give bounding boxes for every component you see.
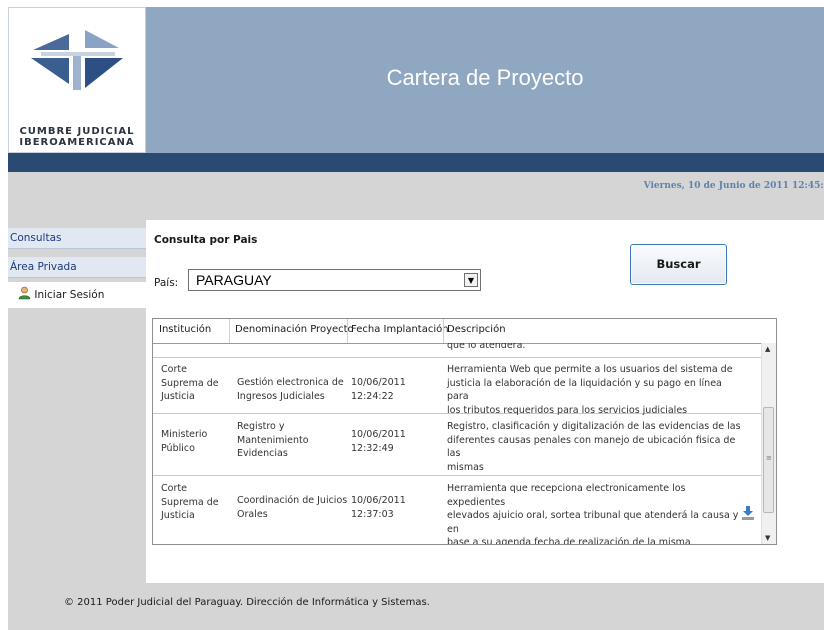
- sidebar-item-label: Área Privada: [10, 261, 77, 273]
- table-row[interactable]: Corte Suprema de Justicia Gestión electr…: [153, 358, 763, 417]
- chevron-down-icon[interactable]: ▼: [464, 273, 478, 287]
- buscar-button[interactable]: Buscar: [630, 244, 727, 285]
- cell-text: Coordinación de Juicios: [237, 495, 348, 506]
- sidebar-item-label: Consultas: [10, 232, 62, 244]
- footer: © 2011 Poder Judicial del Paraguay. Dire…: [8, 583, 824, 630]
- column-header-institucion[interactable]: Institución: [159, 324, 211, 335]
- sidebar-item-label: Iniciar Sesión: [34, 289, 105, 301]
- cell-text: elevados ajuicio oral, sortea tribunal q…: [447, 510, 739, 535]
- scrollbar-thumb[interactable]: ≡: [763, 407, 774, 513]
- header-banner: Cartera de Proyecto: [146, 7, 824, 153]
- cell-text: Suprema de: [161, 377, 219, 389]
- cell-text: 10/06/2011: [351, 377, 406, 388]
- column-divider: [347, 319, 348, 343]
- cell-text: Mantenimiento: [237, 434, 309, 446]
- cell-text: Justicia: [161, 510, 195, 521]
- logo: CUMBRE JUDICIAL IBEROAMERICANA: [8, 7, 146, 153]
- header-divider-bar: [8, 153, 824, 172]
- sidebar-item-area-privada[interactable]: Área Privada: [8, 257, 146, 278]
- cell-fecha: 10/06/2011 12:32:49: [351, 428, 441, 455]
- table-header: Institución Denominación Proyecto Fecha …: [153, 319, 776, 344]
- cell-descripcion: Herramienta que recepciona electronicame…: [447, 482, 745, 545]
- cell-fecha: 10/06/2011 12:37:03: [351, 494, 441, 521]
- cell-institucion: Corte Suprema de Justicia: [161, 363, 227, 404]
- cell-text: Registro, clasificación y digitalización…: [447, 421, 741, 432]
- cell-text: Ministerio: [161, 429, 208, 440]
- pais-select-value: PARAGUAY: [196, 272, 272, 288]
- cell-text: 12:37:03: [351, 508, 394, 520]
- cell-descripcion: que lo atenderá.: [447, 343, 526, 351]
- cell-text: Orales: [237, 508, 268, 520]
- column-divider: [443, 319, 444, 343]
- pais-label: País:: [154, 277, 179, 289]
- logo-text: CUMBRE JUDICIAL IBEROAMERICANA: [9, 126, 145, 148]
- cell-text: 10/06/2011: [351, 495, 406, 506]
- user-icon: [18, 286, 31, 300]
- cell-text: Herramienta que recepciona electronicame…: [447, 483, 686, 508]
- scroll-down-icon[interactable]: ▼: [765, 534, 770, 542]
- sidebar-item-iniciar-sesion[interactable]: Iniciar Sesión: [8, 282, 146, 308]
- cell-descripcion: Registro, clasificación y digitalización…: [447, 420, 745, 474]
- column-header-denominacion[interactable]: Denominación Proyecto: [235, 324, 354, 335]
- cell-denominacion: Gestión electronica de Ingresos Judicial…: [237, 376, 349, 403]
- cell-text: Corte: [161, 483, 187, 494]
- cell-text: Suprema de: [161, 496, 219, 508]
- cell-fecha: 10/06/2011 12:24:22: [351, 376, 441, 403]
- pais-select[interactable]: PARAGUAY ▼: [188, 269, 481, 291]
- page-title: Cartera de Proyecto: [386, 65, 584, 90]
- sidebar: Consultas Área Privada Iniciar Sesión: [8, 220, 146, 583]
- cell-text: 12:24:22: [351, 390, 394, 402]
- cell-text: base a su agenda fecha de realización de…: [447, 537, 691, 545]
- section-title: Consulta por Pais: [154, 234, 258, 246]
- footer-text: © 2011 Poder Judicial del Paraguay. Dire…: [64, 597, 430, 608]
- cell-text: Herramienta Web que permite a los usuari…: [447, 364, 733, 375]
- main-content: Consulta por Pais País: PARAGUAY ▼ Busca…: [146, 220, 824, 583]
- table-row[interactable]: Ministerio Público Registro y Mantenimie…: [153, 414, 763, 476]
- cell-text: Ingresos Judiciales: [237, 390, 325, 402]
- logo-line2: IBEROAMERICANA: [19, 137, 135, 148]
- cell-text: Registro y: [237, 421, 285, 432]
- cumbre-judicial-logo-icon: [31, 30, 123, 90]
- column-header-descripcion[interactable]: Descripción: [447, 324, 506, 335]
- cell-text: Evidencias: [237, 448, 288, 459]
- cell-descripcion: Herramienta Web que permite a los usuari…: [447, 363, 745, 417]
- cell-institucion: Ministerio Público: [161, 428, 227, 455]
- cell-denominacion: Coordinación de Juicios Orales: [237, 494, 349, 521]
- cell-denominacion: Registro y Mantenimiento Evidencias: [237, 420, 349, 461]
- table-row[interactable]: Corte Suprema de Justicia Coordinación d…: [153, 476, 763, 544]
- table-scrollbar[interactable]: ▲ ≡ ▼: [761, 343, 776, 544]
- logo-line1: CUMBRE JUDICIAL: [19, 126, 135, 137]
- cell-text: 12:32:49: [351, 442, 394, 454]
- cell-text: Corte: [161, 364, 187, 375]
- cell-text: mismas: [447, 461, 484, 473]
- sidebar-item-consultas[interactable]: Consultas: [8, 228, 146, 249]
- current-date-text: Viernes, 10 de Junio de 2011 12:45:4: [643, 181, 824, 191]
- download-icon[interactable]: [742, 506, 754, 520]
- cell-text: 10/06/2011: [351, 429, 406, 440]
- column-header-fecha[interactable]: Fecha Implantación: [351, 324, 449, 335]
- results-table: Institución Denominación Proyecto Fecha …: [152, 318, 777, 545]
- cell-text: Justicia: [161, 391, 195, 402]
- table-row-partial[interactable]: que lo atenderá.: [153, 343, 763, 358]
- date-strip: Viernes, 10 de Junio de 2011 12:45:4: [8, 172, 824, 220]
- cell-institucion: Corte Suprema de Justicia: [161, 482, 227, 523]
- cell-text: Público: [161, 442, 195, 454]
- cell-text: Gestión electronica de: [237, 377, 344, 388]
- scroll-up-icon[interactable]: ▲: [765, 345, 770, 353]
- column-divider: [229, 319, 230, 343]
- scroll-grip-icon: ≡: [766, 454, 772, 462]
- cell-text: diferentes causas penales con manejo de …: [447, 434, 736, 460]
- cell-text: justicia la elaboración de la liquidació…: [447, 377, 722, 403]
